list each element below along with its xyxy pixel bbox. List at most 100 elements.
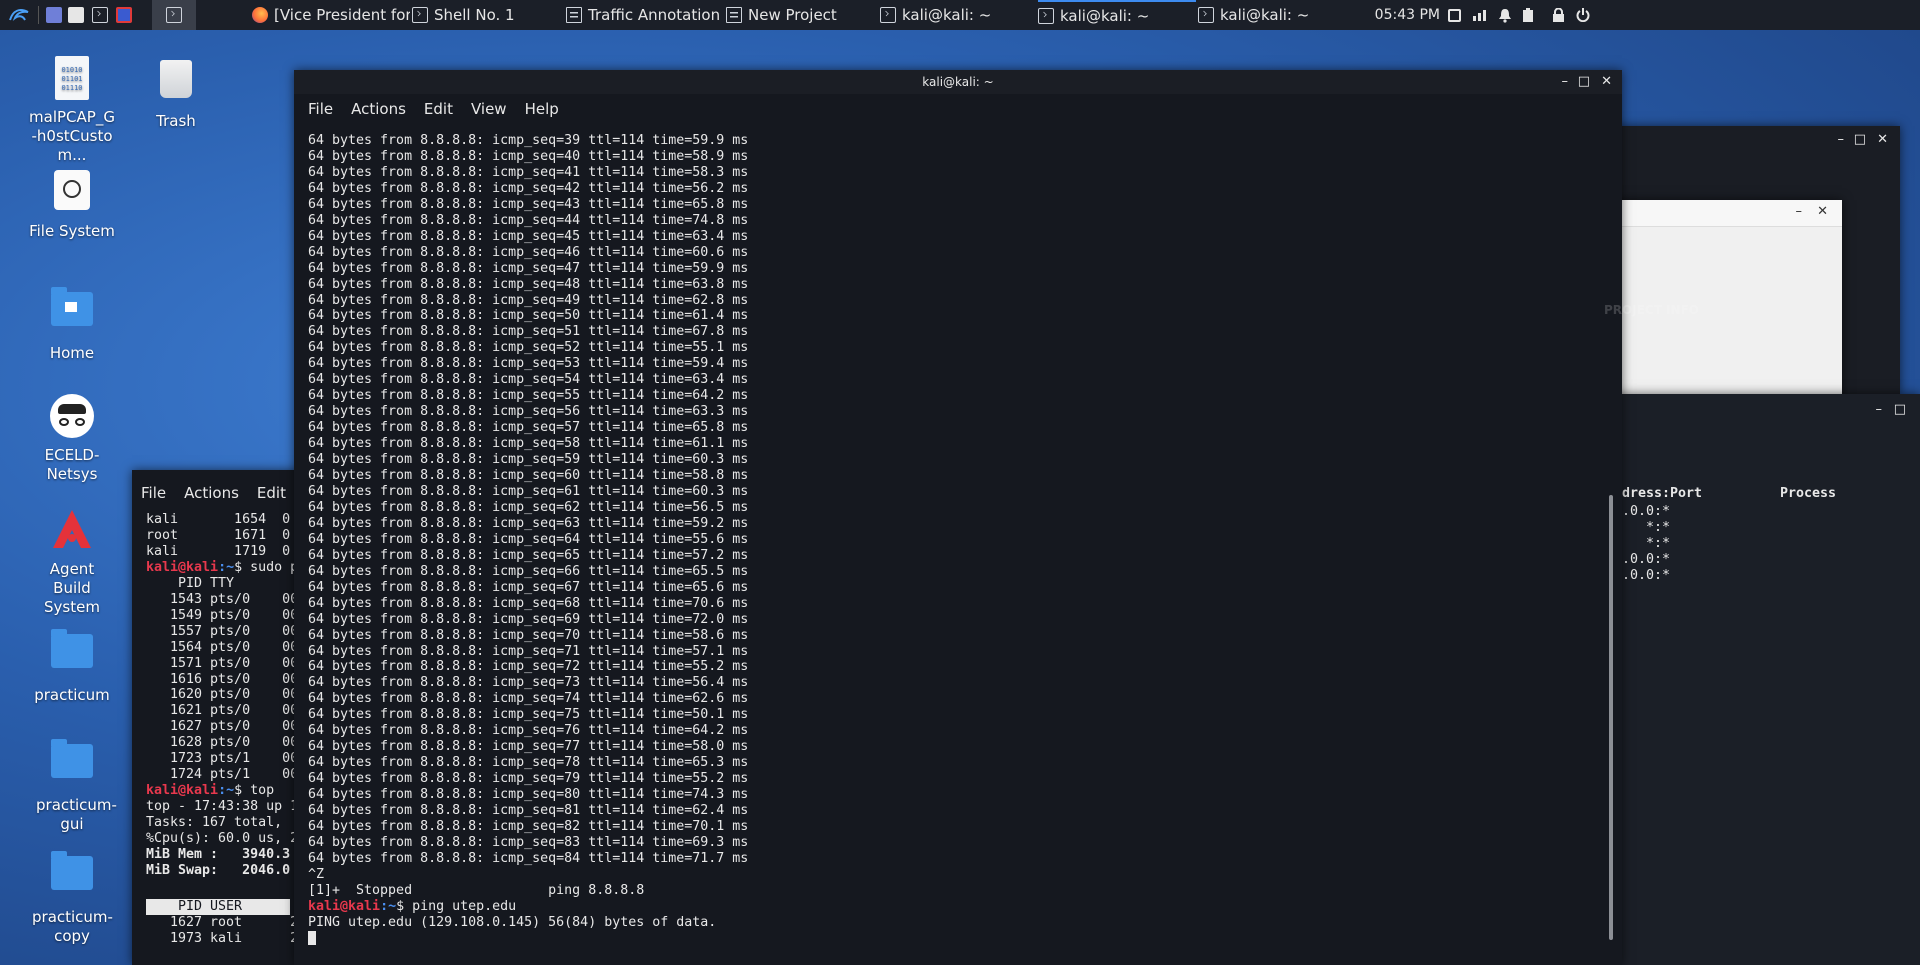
notifications-tray[interactable] [1498, 0, 1514, 30]
prompt-command: $ top [234, 783, 275, 799]
main-terminal-output[interactable]: 64 bytes from 8.8.8.8: icmp_seq=39 ttl=1… [308, 133, 748, 948]
netstat-header-process: Process [1780, 486, 1837, 501]
desktop-icon [46, 7, 62, 23]
maximize-button[interactable]: □ [1894, 402, 1906, 417]
ping-reply-line: 64 bytes from 8.8.8.8: icmp_seq=51 ttl=1… [308, 324, 749, 340]
prompt-command: $ sudo p [234, 559, 299, 575]
netstat-row: 0.0.0:* [1614, 551, 1671, 567]
main-terminal-menubar: File Actions Edit View Help [294, 94, 1622, 124]
ping-reply-line: 64 bytes from 8.8.8.8: icmp_seq=67 ttl=1… [308, 579, 749, 595]
main-terminal-window: kali@kali: ~ – □ ✕ File Actions Edit Vie… [294, 70, 1699, 965]
incognito-icon [49, 394, 95, 440]
dialog-close-button[interactable]: ✕ [1817, 204, 1828, 219]
show-desktop-button[interactable] [46, 0, 64, 30]
desktop-icon-practicum[interactable]: practicum [22, 624, 122, 705]
window-titlebar[interactable]: kali@kali: ~ – □ ✕ [294, 70, 1622, 94]
prompt-path: :~ [380, 898, 397, 914]
ping-reply-line: 64 bytes from 8.8.8.8: icmp_seq=73 ttl=1… [308, 675, 749, 691]
task-shell[interactable]: Shell No. 1 [412, 0, 562, 30]
task-browser[interactable]: [Vice President for Stud... [252, 0, 410, 30]
task-terminal-2[interactable]: kali@kali: ~ [1038, 0, 1196, 30]
maximize-button[interactable]: □ [1578, 70, 1590, 94]
desktop-icon-home[interactable]: Home [22, 282, 122, 363]
task-new-project[interactable]: New Project [726, 0, 876, 30]
desktop-icon-eceld[interactable]: ECELD-Netsys [22, 394, 122, 484]
prompt-line: kali@kali:~$ ping utep.edu [308, 899, 748, 915]
menu-edit[interactable]: Edit [415, 100, 462, 118]
display-tray[interactable] [1448, 0, 1464, 30]
lock-screen-button[interactable] [1552, 0, 1568, 30]
prompt-path: :~ [218, 783, 235, 799]
ping-reply-line: 64 bytes from 8.8.8.8: icmp_seq=72 ttl=1… [308, 659, 749, 675]
workspace-switcher[interactable] [152, 0, 196, 30]
file-manager-icon [68, 7, 84, 23]
ping-reply-line: 64 bytes from 8.8.8.8: icmp_seq=42 ttl=1… [308, 180, 749, 196]
close-button[interactable]: ✕ [1601, 70, 1612, 94]
ping-reply-line: 64 bytes from 8.8.8.8: icmp_seq=77 ttl=1… [308, 739, 749, 755]
menu-view[interactable]: View [462, 100, 516, 118]
task-label: [Vice President for Stud... [274, 6, 410, 24]
prompt-user: kali@kali [308, 898, 381, 914]
minimize-button[interactable]: – [1562, 70, 1569, 94]
terminal-scrollbar[interactable] [1609, 495, 1613, 940]
text-cursor [308, 930, 316, 945]
power-tray[interactable] [1522, 0, 1538, 30]
desktop-icon-practicum-copy[interactable]: practicum-copy [22, 846, 122, 946]
ping-reply-line: 64 bytes from 8.8.8.8: icmp_seq=68 ttl=1… [308, 595, 749, 611]
bell-icon [1499, 8, 1511, 23]
browser-launcher[interactable] [116, 0, 136, 30]
logout-button[interactable] [1576, 0, 1592, 30]
prompt-user: kali@kali [146, 559, 219, 575]
clock[interactable]: 05:43 PM [1360, 0, 1440, 30]
minimize-button[interactable]: – [1838, 132, 1845, 147]
kali-menu-button[interactable] [6, 0, 32, 30]
ghost-project-info: PROJECT INFO [1604, 303, 1699, 317]
close-button[interactable]: ✕ [1877, 132, 1888, 147]
network-tray[interactable] [1472, 0, 1488, 30]
desktop-icon-label: Home [49, 344, 95, 362]
task-terminal-1[interactable]: kali@kali: ~ [880, 0, 1034, 30]
desktop-icon-malpcap[interactable]: 01010 01101 01110 malPCAP_G-h0stCustom... [22, 56, 122, 165]
ping-reply-line: 64 bytes from 8.8.8.8: icmp_seq=79 ttl=1… [308, 771, 749, 787]
task-traffic-annotation[interactable]: Traffic Annotation Wor... [566, 0, 724, 30]
kali-dragon-icon [9, 9, 29, 21]
dialog-minimize-button[interactable]: – [1796, 204, 1803, 219]
ping-header-line: PING utep.edu (129.108.0.145) 56(84) byt… [308, 914, 717, 930]
menu-actions[interactable]: Actions [175, 484, 248, 502]
task-label: Traffic Annotation Wor... [588, 6, 724, 24]
desktop-icon-trash[interactable]: Trash [126, 56, 226, 131]
ping-reply-line: 64 bytes from 8.8.8.8: icmp_seq=41 ttl=1… [308, 164, 749, 180]
terminal-icon [1198, 7, 1214, 23]
lock-icon [1553, 7, 1564, 22]
maximize-button[interactable]: □ [1854, 132, 1866, 147]
ping-reply-line: 64 bytes from 8.8.8.8: icmp_seq=45 ttl=1… [308, 228, 749, 244]
ping-reply-line: 64 bytes from 8.8.8.8: icmp_seq=53 ttl=1… [308, 356, 749, 372]
ping-reply-line: 64 bytes from 8.8.8.8: icmp_seq=71 ttl=1… [308, 643, 749, 659]
terminal-launcher[interactable] [92, 0, 112, 30]
task-terminal-3[interactable]: kali@kali: ~ [1198, 0, 1352, 30]
ping-reply-line: 64 bytes from 8.8.8.8: icmp_seq=82 ttl=1… [308, 818, 749, 834]
taskbar-separator [38, 6, 39, 24]
ping-reply-line: 64 bytes from 8.8.8.8: icmp_seq=61 ttl=1… [308, 483, 749, 499]
desktop-icon-practicum-gui[interactable]: practicum-gui [22, 734, 122, 834]
ping-reply-line: 64 bytes from 8.8.8.8: icmp_seq=60 ttl=1… [308, 468, 749, 484]
ping-reply-line: 64 bytes from 8.8.8.8: icmp_seq=54 ttl=1… [308, 372, 749, 388]
folder-icon [49, 629, 95, 680]
ping-reply-line: 64 bytes from 8.8.8.8: icmp_seq=78 ttl=1… [308, 755, 749, 771]
desktop-icon-label: File System [29, 222, 115, 240]
desktop-icon-label: Trash [156, 112, 196, 130]
menu-actions[interactable]: Actions [342, 100, 415, 118]
desktop-icon-agent-build[interactable]: Agent Build System [22, 508, 122, 617]
menu-help[interactable]: Help [516, 100, 568, 118]
ping-reply-line: 64 bytes from 8.8.8.8: icmp_seq=48 ttl=1… [308, 276, 749, 292]
agent-icon [49, 508, 95, 554]
minimize-button[interactable]: – [1876, 402, 1883, 417]
menu-file[interactable]: File [299, 100, 342, 118]
desktop-icon-filesystem[interactable]: File System [22, 168, 122, 241]
terminal-icon [1038, 8, 1054, 24]
task-label: New Project [748, 6, 837, 24]
menu-file[interactable]: File [132, 484, 175, 502]
files-launcher[interactable] [68, 0, 88, 30]
task-label: kali@kali: ~ [1060, 7, 1150, 25]
menu-edit[interactable]: Edit [248, 484, 295, 502]
